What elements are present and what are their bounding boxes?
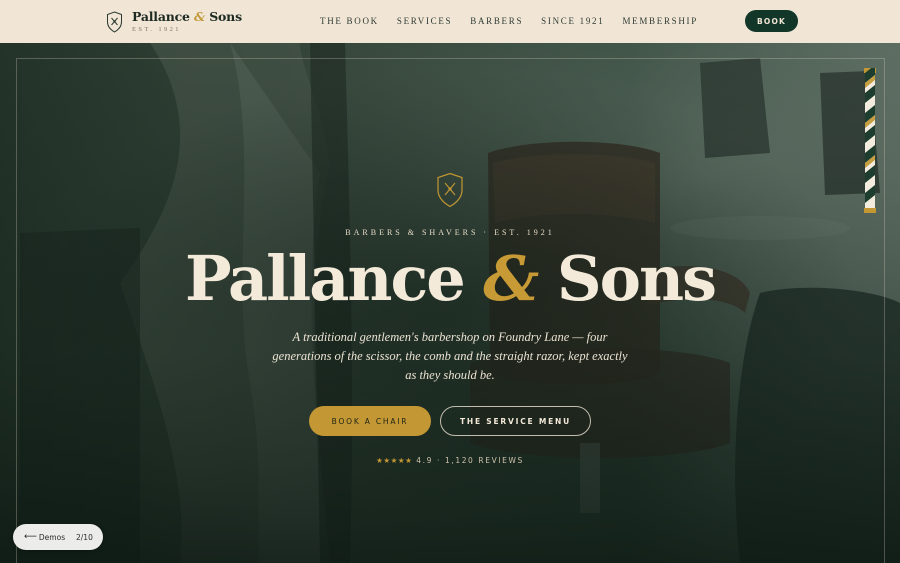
site-header: Pallance & Sons EST. 1921 THE BOOK SERVI… [0,0,900,43]
demo-counter: 2/10 [76,532,93,542]
shield-razor-icon [107,10,122,33]
rating-text: 4.9 · 1,120 REVIEWS [416,456,524,465]
nav-barbers[interactable]: BARBERS [470,16,523,26]
service-menu-button[interactable]: THE SERVICE MENU [440,406,591,436]
nav-the-book[interactable]: THE BOOK [320,16,379,26]
hero-section: BARBERS & SHAVERS · EST. 1921 Pallance &… [0,43,900,563]
nav-membership[interactable]: MEMBERSHIP [622,16,698,26]
brand-name: Pallance & Sons [132,9,242,24]
review-rating: ★★★★★ 4.9 · 1,120 REVIEWS [0,456,900,465]
hero-description: A traditional gentlemen's barbershop on … [272,330,628,382]
demos-label: Demos [38,532,66,542]
hero-title: Pallance & Sons [185,242,717,315]
shield-razor-icon [437,172,463,208]
hero-eyebrow: BARBERS & SHAVERS · EST. 1921 [345,228,555,237]
book-button[interactable]: BOOK [745,10,798,32]
nav-since-1921[interactable]: SINCE 1921 [541,16,604,26]
demo-navigator: ⟵ Demos 2/10 [13,524,103,550]
nav-services[interactable]: SERVICES [397,16,452,26]
book-a-chair-button[interactable]: BOOK A CHAIR [309,406,431,436]
demos-back-link[interactable]: ⟵ Demos [24,532,65,542]
brand-logo[interactable]: Pallance & Sons EST. 1921 [106,10,242,33]
brand-established: EST. 1921 [132,26,181,33]
star-icon: ★★★★★ [376,456,413,465]
hero-content: BARBERS & SHAVERS · EST. 1921 Pallance &… [0,43,900,563]
main-nav: THE BOOK SERVICES BARBERS SINCE 1921 MEM… [320,16,716,26]
arrow-left-icon: ⟵ [24,532,37,542]
